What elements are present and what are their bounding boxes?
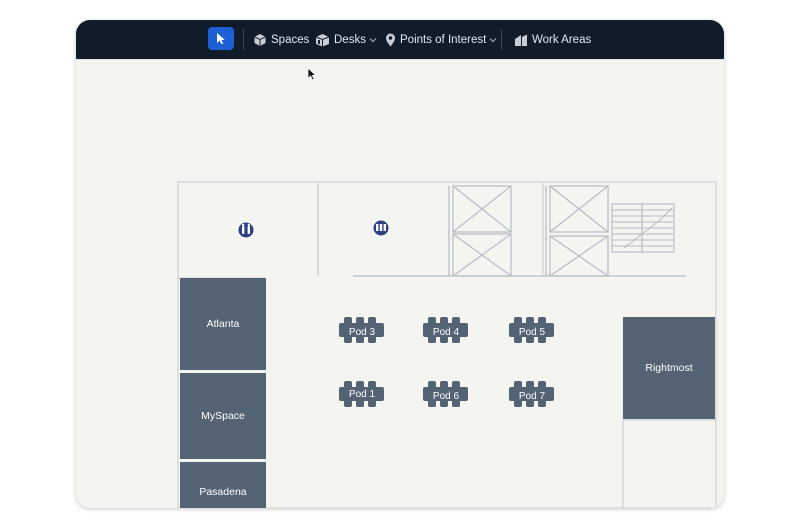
desks-tool-button[interactable]: Desks (315, 20, 377, 59)
floorplan-canvas[interactable] (76, 20, 724, 508)
room-label: MySpace (201, 410, 245, 422)
floorplan-editor: Pod 3 Pod 4 Pod 5 Pod 1 Pod 6 Pod 7 Atla… (76, 20, 724, 508)
desk-icon (315, 33, 330, 46)
pod-label: Pod 3 (348, 327, 376, 338)
chevron-down-icon (369, 37, 377, 42)
toolbar-bottom-edge (76, 59, 724, 60)
room-pasadena[interactable]: Pasadena (180, 462, 266, 508)
pod-label: Pod 4 (432, 327, 460, 338)
pod-label: Pod 1 (348, 389, 376, 400)
work-areas-label: Work Areas (532, 33, 592, 46)
work-areas-icon (515, 34, 527, 46)
cursor-arrow-icon (216, 33, 225, 45)
select-tool-button[interactable] (208, 27, 234, 50)
desks-label: Desks (334, 33, 366, 46)
spaces-label: Spaces (271, 33, 310, 46)
room-myspace[interactable]: MySpace (180, 373, 266, 459)
work-areas-tool-button[interactable]: Work Areas (514, 20, 591, 59)
pod-label: Pod 5 (518, 327, 546, 338)
points-of-interest-tool-button[interactable]: Points of Interest (385, 20, 497, 59)
room-atlanta[interactable]: Atlanta (180, 278, 266, 370)
points-of-interest-label: Points of Interest (400, 33, 487, 46)
pod-label: Pod 7 (518, 391, 546, 402)
mouse-cursor-icon (307, 67, 317, 81)
toolbar-divider (243, 29, 244, 50)
cube-icon (254, 33, 266, 46)
pod-label: Pod 6 (432, 391, 460, 402)
cafe-icon[interactable] (373, 220, 389, 236)
room-rightmost[interactable]: Rightmost (623, 317, 715, 419)
editor-toolbar: Spaces Desks Points of Interest Work Are… (76, 20, 724, 59)
toolbar-divider (501, 29, 502, 50)
spaces-tool-button[interactable]: Spaces (253, 20, 309, 59)
chevron-down-icon (489, 37, 497, 42)
room-label: Pasadena (199, 486, 247, 498)
map-pin-icon (386, 33, 395, 46)
room-label: Atlanta (206, 318, 240, 330)
room-label: Rightmost (645, 362, 693, 374)
restroom-icon[interactable] (238, 222, 254, 238)
